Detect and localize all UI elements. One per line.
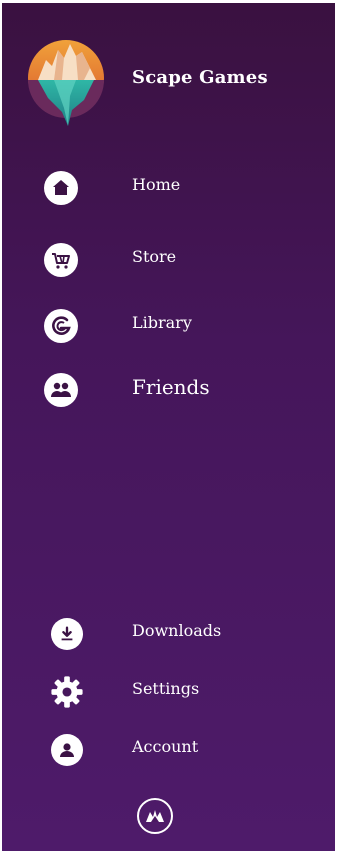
nav-label-downloads: Downloads <box>132 621 222 640</box>
nav-item-friends[interactable]: Friends <box>2 365 335 415</box>
gear-icon <box>50 675 84 709</box>
nav-label-library: Library <box>132 313 192 332</box>
nav-item-home[interactable]: Home <box>2 163 335 213</box>
nav-label-store: Store <box>132 247 177 266</box>
nav-item-settings[interactable]: Settings <box>2 667 335 717</box>
friends-icon <box>44 373 78 407</box>
nav-label-friends: Friends <box>132 375 210 399</box>
sidebar: Scape Games Home Store Library Friends D… <box>2 3 335 851</box>
library-icon <box>44 309 78 343</box>
account-icon <box>51 734 83 766</box>
cart-icon <box>44 243 78 277</box>
nav-item-library[interactable]: Library <box>2 301 335 351</box>
nav-item-downloads[interactable]: Downloads <box>2 609 335 659</box>
brand-mark-icon[interactable] <box>137 798 173 834</box>
nav-item-store[interactable]: Store <box>2 235 335 285</box>
nav-label-settings: Settings <box>132 679 200 698</box>
brand-logo[interactable] <box>24 36 108 128</box>
nav-label-account: Account <box>132 737 199 756</box>
download-icon <box>51 618 83 650</box>
home-icon <box>44 171 78 205</box>
nav-label-home: Home <box>132 175 181 194</box>
app-name: Scape Games <box>132 67 268 88</box>
nav-item-account[interactable]: Account <box>2 725 335 775</box>
